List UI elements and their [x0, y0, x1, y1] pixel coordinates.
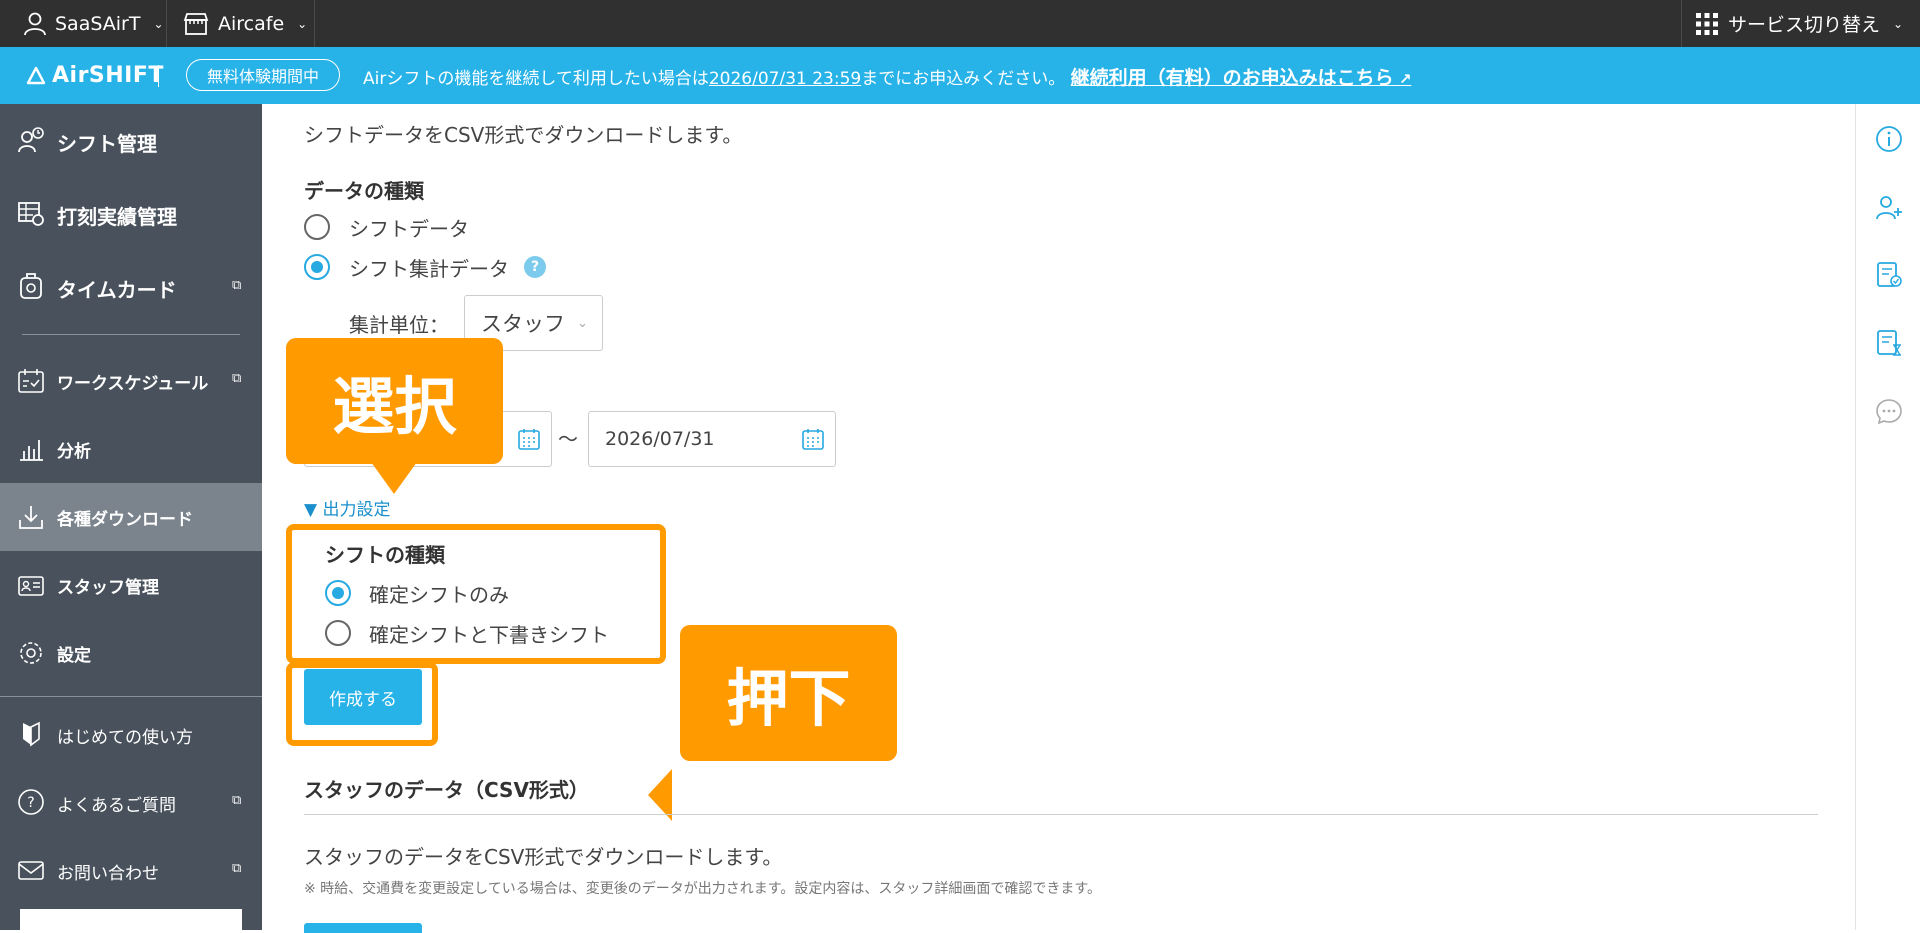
radio-shift-summary-label[interactable]: シフト集計データ	[349, 253, 509, 282]
continue-subscription-link[interactable]: 継続利用（有料）のお申込みはこちら ↗	[1071, 67, 1412, 89]
end-date-input[interactable]: 2026/07/31	[588, 411, 836, 467]
trial-badge: 無料体験期間中	[186, 59, 341, 91]
select-callout-pointer	[371, 462, 417, 494]
radio-confirmed-and-draft[interactable]	[325, 620, 351, 646]
radio-shift-data-label[interactable]: シフトデータ	[349, 213, 469, 242]
end-date-value: 2026/07/31	[605, 428, 715, 450]
calendar-icon[interactable]	[517, 427, 541, 451]
staff-create-button[interactable]	[304, 923, 422, 933]
radio-shift-data[interactable]	[304, 214, 330, 240]
chart-icon	[17, 435, 45, 463]
store-menu[interactable]: Aircafe ⌄	[183, 0, 307, 47]
staff-section-title: スタッフのデータ（CSV形式）	[304, 778, 589, 802]
account-menu[interactable]: SaaSAirT ⌄	[24, 0, 164, 47]
press-callout: 押下	[680, 625, 897, 761]
store-icon	[183, 12, 209, 35]
staff-section-description: スタッフのデータをCSV形式でダウンロードします。	[304, 845, 783, 869]
create-button[interactable]: 作成する	[304, 669, 422, 725]
external-link-icon: ⧉	[232, 793, 242, 808]
logo-text: AirSHIFT	[52, 63, 164, 88]
calendar-icon[interactable]	[801, 427, 825, 451]
store-label: Aircafe	[218, 12, 285, 35]
question-icon: ?	[17, 788, 45, 816]
output-settings-toggle[interactable]: ▼ 出力設定	[304, 495, 390, 520]
sidebar-item-work-schedule[interactable]: ワークスケジュール ⧉	[0, 347, 262, 415]
shift-icon	[17, 126, 45, 154]
staff-section-note: ※ 時給、交通費を変更設定している場合は、変更後のデータが出力されます。設定内容…	[304, 881, 1101, 897]
chevron-down-icon: ⌄	[153, 16, 164, 31]
deadline: 2026/07/31 23:59	[708, 69, 862, 89]
timecard-icon	[17, 272, 45, 300]
radio-shift-summary-data[interactable]	[304, 254, 330, 280]
account-label: SaaSAirT	[55, 12, 141, 35]
airshift-logo-icon	[26, 66, 46, 84]
sidebar-item-downloads[interactable]: 各種ダウンロード	[0, 483, 262, 551]
sidebar-item-settings[interactable]: 設定	[0, 619, 262, 687]
help-icon[interactable]: ?	[524, 256, 546, 278]
radio-confirmed-only-label[interactable]: 確定シフトのみ	[369, 579, 509, 608]
chevron-down-icon: ⌄	[577, 315, 588, 331]
right-rail	[1855, 104, 1920, 930]
external-link-icon: ⧉	[232, 371, 242, 386]
chat-icon[interactable]	[1875, 397, 1903, 425]
service-switch-menu[interactable]: サービス切り替え ⌄	[1695, 0, 1903, 47]
grid-icon	[1696, 12, 1718, 35]
pending-request-icon[interactable]	[1875, 329, 1903, 357]
select-callout: 選択	[286, 338, 503, 464]
trial-notice-bar: AirSHIFT 無料体験期間中 Airシフトの機能を継続して利用したい場合は2…	[0, 47, 1920, 104]
sidebar-item-faq[interactable]: ? よくあるご質問 ⧉	[0, 768, 262, 836]
download-icon	[17, 503, 45, 531]
notice-text: Airシフトの機能を継続して利用したい場合は2026/07/31 23:59まで…	[363, 67, 1412, 89]
sidebar-item-timesheet[interactable]: 打刻実績管理	[0, 177, 262, 250]
shift-kind-heading: シフトの種類	[325, 543, 445, 567]
sidebar-item-getting-started[interactable]: はじめての使い方	[0, 700, 262, 768]
service-switch-label: サービス切り替え	[1728, 14, 1881, 36]
info-icon[interactable]	[1875, 125, 1903, 153]
mail-icon	[17, 856, 45, 884]
sidebar-item-contact[interactable]: お問い合わせ ⧉	[0, 836, 262, 904]
external-link-icon: ⧉	[232, 861, 242, 876]
sidebar-item-shift[interactable]: シフト管理	[0, 104, 262, 177]
radio-confirmed-and-draft-label[interactable]: 確定シフトと下書きシフト	[369, 619, 609, 648]
sidebar: シフト管理 打刻実績管理 タイムカード ⧉ ワークスケジュール ⧉ 分析 各種ダ…	[0, 104, 262, 930]
banner-thumbnail[interactable]	[20, 909, 242, 930]
chevron-down-icon: ⌄	[297, 16, 308, 31]
main-content: シフトデータをCSV形式でダウンロードします。 データの種類 シフトデータ シフ…	[262, 104, 1855, 930]
sidebar-item-analysis[interactable]: 分析	[0, 415, 262, 483]
gear-icon	[17, 639, 45, 667]
external-link-icon: ↗	[1393, 70, 1412, 88]
svg-text:?: ?	[27, 795, 34, 811]
staff-card-icon	[17, 571, 45, 599]
sidebar-item-staff[interactable]: スタッフ管理	[0, 551, 262, 619]
external-link-icon: ⧉	[232, 278, 242, 293]
airshift-logo[interactable]: AirSHIFT	[26, 63, 164, 88]
date-range-separator: 〜	[558, 427, 578, 451]
aggregation-label: 集計単位：	[349, 313, 449, 337]
approval-icon[interactable]	[1875, 261, 1903, 289]
beginner-icon	[17, 720, 45, 748]
schedule-icon	[17, 367, 45, 395]
sidebar-item-timecard[interactable]: タイムカード ⧉	[0, 250, 262, 323]
timesheet-icon	[17, 199, 45, 227]
data-type-heading: データの種類	[304, 179, 424, 203]
add-user-icon[interactable]	[1875, 193, 1903, 221]
user-icon	[24, 12, 46, 35]
radio-confirmed-only[interactable]	[325, 580, 351, 606]
top-bar: SaaSAirT ⌄ Aircafe ⌄ サービス切り替え ⌄	[0, 0, 1920, 47]
aggregation-value: スタッフ	[481, 312, 565, 336]
chevron-down-icon: ⌄	[1893, 16, 1904, 31]
shift-section-description: シフトデータをCSV形式でダウンロードします。	[304, 123, 743, 147]
